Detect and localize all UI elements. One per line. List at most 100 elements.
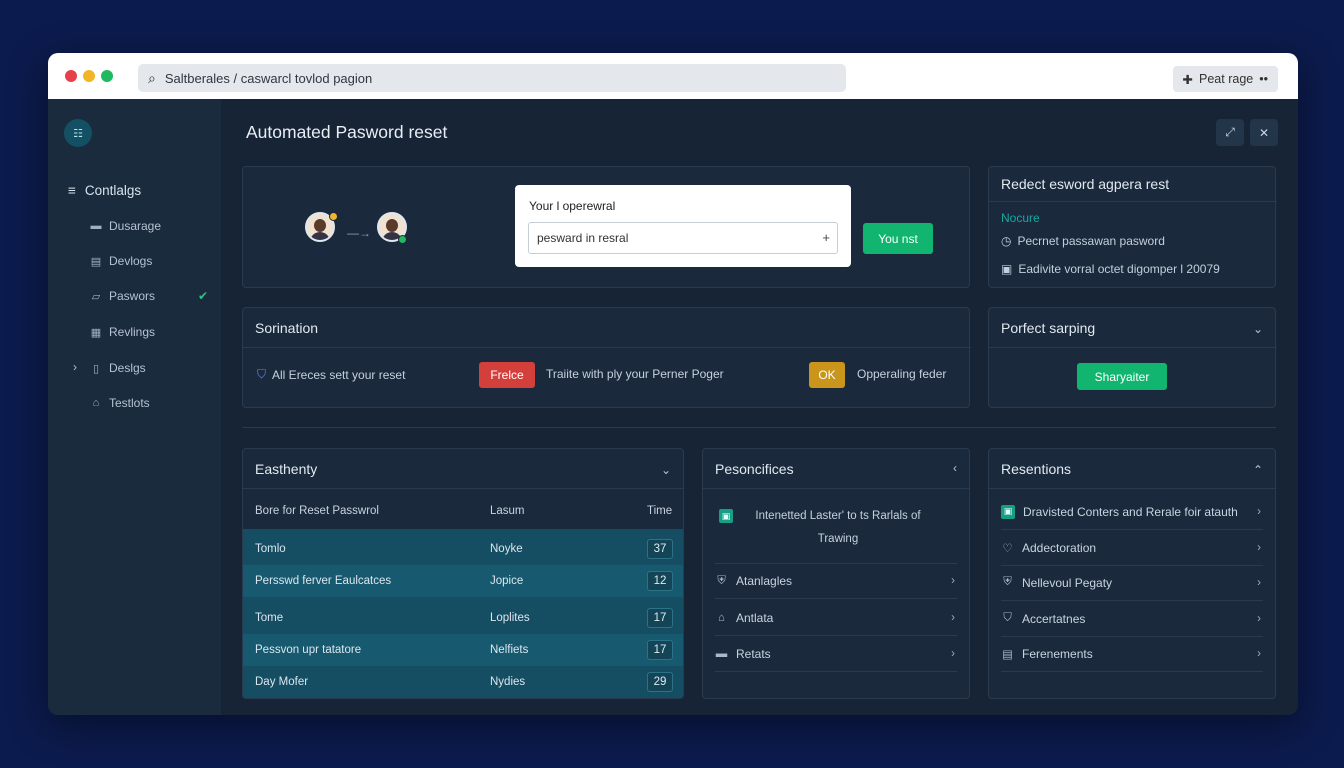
- sidebar-item-revlings[interactable]: ▦ Revlings: [90, 325, 155, 339]
- minimize-window-dot[interactable]: [83, 70, 95, 82]
- sidebar: ☷ ≡ Contlalgs ▬ Dusarage ▤ Devlogs ▱ Pas…: [48, 99, 221, 715]
- row-type: Noyke: [490, 543, 523, 555]
- table-row[interactable]: Tomlo Noyke 37: [243, 533, 683, 565]
- sidebar-header[interactable]: ≡ Contlalgs: [68, 183, 141, 198]
- sidebar-item-devlogs[interactable]: ▤ Devlogs: [90, 254, 153, 268]
- resentions-panel: Resentions ⌃ ▣ Dravisted Conters and Rer…: [988, 448, 1276, 699]
- personal-intro: ▣ Intenetted Laster' to ts Rarlals of Tr…: [719, 505, 929, 551]
- arrow-right-icon: —→: [347, 226, 371, 240]
- more-icon: ••: [1259, 72, 1268, 86]
- row-time: 37: [647, 539, 673, 559]
- calendar-icon: ▣: [1001, 262, 1013, 276]
- chevron-right-icon[interactable]: ›: [73, 360, 77, 374]
- sidebar-item-label: Deslgs: [109, 361, 146, 375]
- row-name: Tomlo: [255, 543, 286, 555]
- heart-icon: ♡: [1002, 542, 1013, 555]
- sorination-item-text: Traiite with ply your Perner Poger: [546, 367, 724, 381]
- sorination-panel: Sorination ⛉ All Ereces sett your reset …: [242, 307, 971, 408]
- sorination-item-text: Opperaling feder: [857, 367, 947, 381]
- page-title: Automated Pasword reset: [246, 122, 448, 142]
- chevron-right-icon: ›: [951, 611, 955, 624]
- list-item[interactable]: ♡ Addectoration ›: [1001, 530, 1263, 566]
- lock-icon: ⌂: [92, 397, 100, 409]
- tag-icon: ⛨: [1003, 576, 1012, 588]
- list-item-label: Nellevoul Pegaty: [1022, 575, 1113, 590]
- shield-icon: ⛉: [1003, 612, 1012, 624]
- reset-submit-button[interactable]: You nst: [863, 223, 933, 254]
- password-reset-input[interactable]: pesward in resral +: [528, 222, 838, 254]
- chevron-right-icon: ›: [951, 647, 955, 660]
- sidebar-header-label: Contlalgs: [84, 183, 142, 198]
- expand-icon[interactable]: ⤢: [1216, 119, 1244, 146]
- chevron-down-icon[interactable]: ⌄: [661, 463, 671, 477]
- list-item[interactable]: ▣ Dravisted Conters and Rerale foir atau…: [1001, 494, 1263, 530]
- sidebar-item-label: Revlings: [109, 325, 156, 339]
- panel-title: Sorination: [255, 320, 319, 336]
- perfect-panel: Porfect sarping ⌄ Sharyaiter: [988, 307, 1277, 408]
- list-item-label: Atanlagles: [736, 574, 793, 588]
- info-row: ▣ Eadivite vorral octet digomper l 20079: [1001, 262, 1220, 276]
- list-item[interactable]: ⌂ Antlata ›: [715, 600, 957, 636]
- maximize-window-dot[interactable]: [101, 70, 113, 82]
- reset-card-label: Your l operewral: [529, 199, 616, 213]
- chevron-right-icon: ›: [951, 575, 955, 587]
- check-icon: ✔: [198, 289, 209, 303]
- teal-box-icon: ▣: [719, 509, 733, 523]
- list-item[interactable]: ⛨ Atanlagles ›: [715, 563, 957, 599]
- list-item[interactable]: ▬ Retats ›: [715, 636, 957, 672]
- list-item[interactable]: ▤ Ferenements ›: [1001, 636, 1263, 672]
- sidebar-item-label: Dusarage: [109, 219, 162, 233]
- tag-icon: ⛨: [717, 574, 726, 587]
- row-time: 12: [647, 571, 673, 591]
- address-bar[interactable]: ⌕ Saltberales / caswarcl tovlod pagion: [138, 64, 846, 92]
- chevron-down-icon[interactable]: ⌄: [1253, 322, 1263, 336]
- list-item-label: Accertatnes: [1022, 611, 1086, 626]
- sorination-item: ⛉ All Ereces sett your reset: [257, 367, 405, 382]
- close-icon[interactable]: ✕: [1250, 119, 1278, 146]
- info-row-text: Pecrnet passawan pasword: [1017, 234, 1165, 248]
- page-action-label: Peat rage: [1199, 72, 1254, 86]
- teal-box-icon: ▣: [1001, 504, 1015, 519]
- folder-icon: ▱: [91, 290, 101, 303]
- ok-badge-button[interactable]: OK: [809, 362, 845, 388]
- sidebar-item-label: Devlogs: [109, 254, 153, 268]
- sidebar-item-deslgs[interactable]: ▯ Deslgs: [90, 361, 146, 375]
- close-window-dot[interactable]: [65, 70, 77, 82]
- sidebar-item-testlots[interactable]: ⌂ Testlots: [90, 396, 150, 410]
- window-controls: [65, 70, 113, 82]
- reset-card: Your l operewral pesward in resral +: [515, 185, 851, 267]
- page-action-button[interactable]: ✚ Peat rage ••: [1172, 66, 1278, 92]
- table-row[interactable]: Persswd ferver Eaulcatces Jopice 12: [243, 565, 683, 597]
- column-header[interactable]: Time: [647, 505, 672, 517]
- column-header[interactable]: Bore for Reset Passwrol: [255, 505, 379, 517]
- online-status-dot: [398, 235, 407, 244]
- chevron-left-icon[interactable]: ‹: [953, 461, 957, 475]
- table-row[interactable]: Tome Loplites 17: [243, 602, 683, 634]
- app-logo-icon[interactable]: ☷: [64, 119, 92, 147]
- share-button[interactable]: Sharyaiter: [1077, 363, 1167, 390]
- shield-icon: ⛉: [257, 367, 267, 381]
- column-header[interactable]: Lasum: [490, 505, 525, 517]
- table-row[interactable]: Pessvon upr tatatore Nelfiets 17: [243, 634, 683, 666]
- table-row[interactable]: Day Mofer Nydies 29: [243, 666, 683, 698]
- personal-intro-text: Intenetted Laster' to ts Rarlals of Traw…: [755, 510, 921, 545]
- row-type: Nelfiets: [490, 644, 529, 656]
- chevron-up-icon[interactable]: ⌃: [1253, 463, 1263, 477]
- list-item[interactable]: ⛨ Nellevoul Pegaty ›: [1001, 565, 1263, 601]
- info-subtitle: Nocure: [1001, 211, 1040, 225]
- force-badge-button[interactable]: Frelce: [479, 362, 535, 388]
- list-item[interactable]: ⛉ Accertatnes ›: [1001, 601, 1263, 637]
- chevron-right-icon: ›: [1257, 541, 1261, 554]
- list-item-label: Antlata: [736, 610, 774, 625]
- chevron-right-icon: ›: [1257, 505, 1261, 518]
- section-divider: [242, 427, 1276, 428]
- info-row: ◷ Pecrnet passawan pasword: [1001, 234, 1165, 248]
- clock-icon: ◷: [1001, 234, 1012, 248]
- info-row-text: Eadivite vorral octet digomper l 20079: [1018, 262, 1220, 276]
- sidebar-item-label: Testlots: [109, 396, 150, 410]
- sidebar-item-paswors[interactable]: ▱ Paswors: [90, 289, 155, 303]
- sidebar-item-dusarage[interactable]: ▬ Dusarage: [90, 219, 162, 233]
- plus-icon[interactable]: +: [822, 230, 830, 245]
- panel-title: Easthenty: [255, 461, 318, 477]
- row-type: Loplites: [490, 612, 530, 624]
